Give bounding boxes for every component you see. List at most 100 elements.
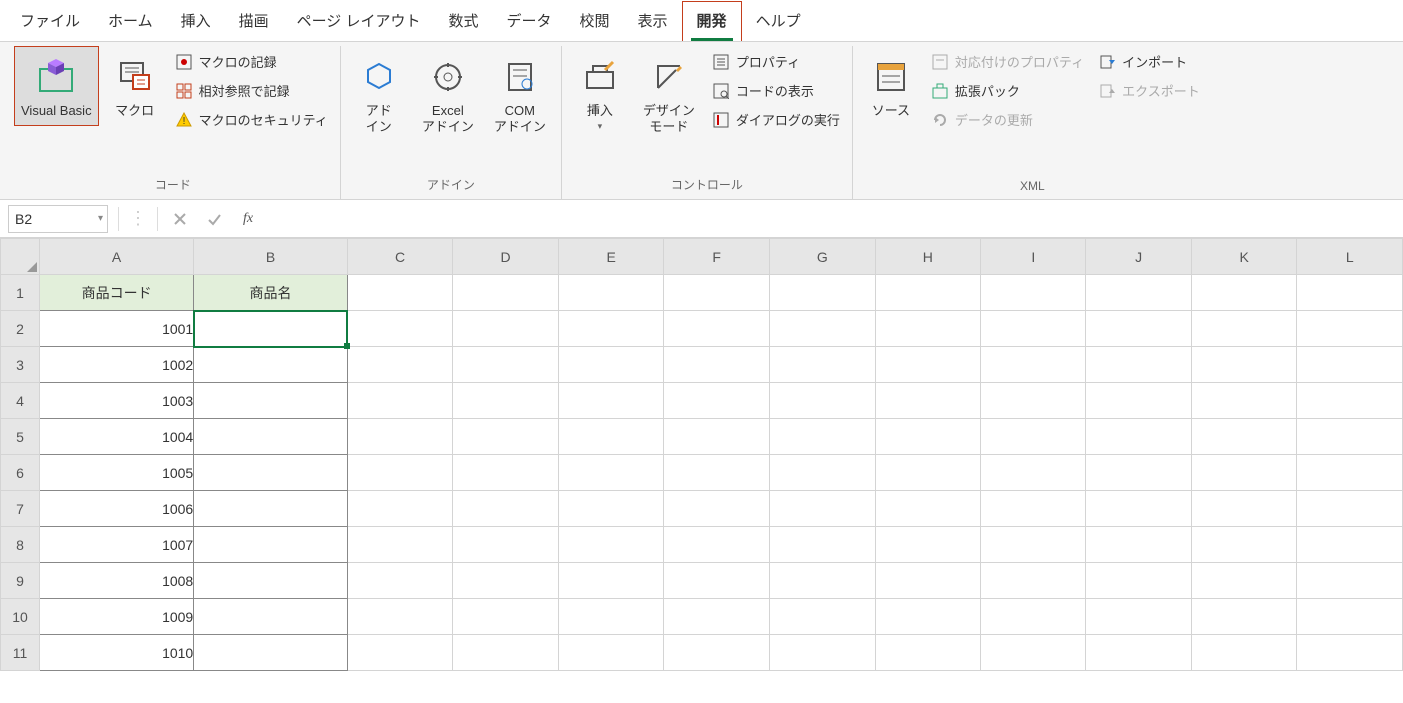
cell-C2[interactable] [347, 311, 453, 347]
cell-G1[interactable] [769, 275, 875, 311]
cell-E3[interactable] [558, 347, 664, 383]
enter-button[interactable] [202, 207, 226, 231]
cell-E8[interactable] [558, 527, 664, 563]
cell-A10[interactable]: 1009 [39, 599, 193, 635]
cell-A9[interactable]: 1008 [39, 563, 193, 599]
cell-A3[interactable]: 1002 [39, 347, 193, 383]
cell-B11[interactable] [194, 635, 348, 671]
cell-H10[interactable] [875, 599, 981, 635]
cell-H5[interactable] [875, 419, 981, 455]
cell-J6[interactable] [1086, 455, 1191, 491]
cell-B4[interactable] [194, 383, 348, 419]
cell-G9[interactable] [769, 563, 875, 599]
col-header-K[interactable]: K [1191, 239, 1297, 275]
cell-K3[interactable] [1191, 347, 1297, 383]
cell-C8[interactable] [347, 527, 453, 563]
cell-K9[interactable] [1191, 563, 1297, 599]
cell-C6[interactable] [347, 455, 453, 491]
cell-C9[interactable] [347, 563, 453, 599]
cell-F5[interactable] [664, 419, 770, 455]
fx-button[interactable]: fx [236, 207, 260, 231]
cell-E5[interactable] [558, 419, 664, 455]
cell-B2[interactable] [194, 311, 348, 347]
cell-B7[interactable] [194, 491, 348, 527]
visual-basic-button[interactable]: Visual Basic [14, 46, 99, 126]
cell-A11[interactable]: 1010 [39, 635, 193, 671]
cell-F10[interactable] [664, 599, 770, 635]
cell-B6[interactable] [194, 455, 348, 491]
col-header-C[interactable]: C [347, 239, 453, 275]
macro-security-button[interactable]: ! マクロのセキュリティ [171, 108, 332, 131]
cell-I7[interactable] [981, 491, 1086, 527]
relative-ref-button[interactable]: 相対参照で記録 [171, 79, 332, 102]
cell-B10[interactable] [194, 599, 348, 635]
cell-G10[interactable] [769, 599, 875, 635]
cell-D9[interactable] [453, 563, 559, 599]
cell-B3[interactable] [194, 347, 348, 383]
cell-F11[interactable] [664, 635, 770, 671]
expansion-pack-button[interactable]: 拡張パック [927, 79, 1088, 102]
cell-K7[interactable] [1191, 491, 1297, 527]
cell-B9[interactable] [194, 563, 348, 599]
cell-F1[interactable] [664, 275, 770, 311]
cell-L5[interactable] [1297, 419, 1403, 455]
cell-I2[interactable] [981, 311, 1086, 347]
cell-D8[interactable] [453, 527, 559, 563]
cell-H3[interactable] [875, 347, 981, 383]
cell-L2[interactable] [1297, 311, 1403, 347]
cell-F8[interactable] [664, 527, 770, 563]
tab-home[interactable]: ホーム [94, 2, 167, 41]
cell-A4[interactable]: 1003 [39, 383, 193, 419]
cell-A7[interactable]: 1006 [39, 491, 193, 527]
tab-insert[interactable]: 挿入 [167, 2, 225, 41]
cell-L9[interactable] [1297, 563, 1403, 599]
tab-data[interactable]: データ [493, 2, 566, 41]
tab-page-layout[interactable]: ページ レイアウト [283, 2, 435, 41]
name-box[interactable]: B2 [8, 205, 108, 233]
excel-addins-button[interactable]: Excelアドイン [415, 46, 481, 141]
cell-D1[interactable] [453, 275, 559, 311]
cell-D6[interactable] [453, 455, 559, 491]
cell-A2[interactable]: 1001 [39, 311, 193, 347]
col-header-D[interactable]: D [453, 239, 559, 275]
cell-D7[interactable] [453, 491, 559, 527]
row-header-5[interactable]: 5 [1, 419, 40, 455]
cell-L1[interactable] [1297, 275, 1403, 311]
cell-I9[interactable] [981, 563, 1086, 599]
cell-G8[interactable] [769, 527, 875, 563]
row-header-11[interactable]: 11 [1, 635, 40, 671]
cell-L10[interactable] [1297, 599, 1403, 635]
cell-J2[interactable] [1086, 311, 1191, 347]
cell-D2[interactable] [453, 311, 559, 347]
macros-button[interactable]: マクロ [105, 46, 165, 126]
col-header-G[interactable]: G [769, 239, 875, 275]
col-header-I[interactable]: I [981, 239, 1086, 275]
cell-H8[interactable] [875, 527, 981, 563]
cell-I4[interactable] [981, 383, 1086, 419]
export-xml-button[interactable]: エクスポート [1094, 79, 1204, 102]
cell-L7[interactable] [1297, 491, 1403, 527]
cell-A1[interactable]: 商品コード [39, 275, 193, 311]
cell-I3[interactable] [981, 347, 1086, 383]
cell-D4[interactable] [453, 383, 559, 419]
cell-B5[interactable] [194, 419, 348, 455]
cell-J3[interactable] [1086, 347, 1191, 383]
cell-F3[interactable] [664, 347, 770, 383]
cell-H7[interactable] [875, 491, 981, 527]
map-properties-button[interactable]: 対応付けのプロパティ [927, 50, 1088, 73]
tab-review[interactable]: 校閲 [566, 2, 624, 41]
cell-F2[interactable] [664, 311, 770, 347]
run-dialog-button[interactable]: ダイアログの実行 [708, 108, 844, 131]
tab-view[interactable]: 表示 [624, 2, 682, 41]
cell-J5[interactable] [1086, 419, 1191, 455]
more-icon[interactable]: ⋮ [129, 208, 147, 229]
cell-I10[interactable] [981, 599, 1086, 635]
cell-J4[interactable] [1086, 383, 1191, 419]
cell-C3[interactable] [347, 347, 453, 383]
cell-G3[interactable] [769, 347, 875, 383]
cell-J8[interactable] [1086, 527, 1191, 563]
cell-H9[interactable] [875, 563, 981, 599]
record-macro-button[interactable]: マクロの記録 [171, 50, 332, 73]
cancel-button[interactable] [168, 207, 192, 231]
cell-J9[interactable] [1086, 563, 1191, 599]
